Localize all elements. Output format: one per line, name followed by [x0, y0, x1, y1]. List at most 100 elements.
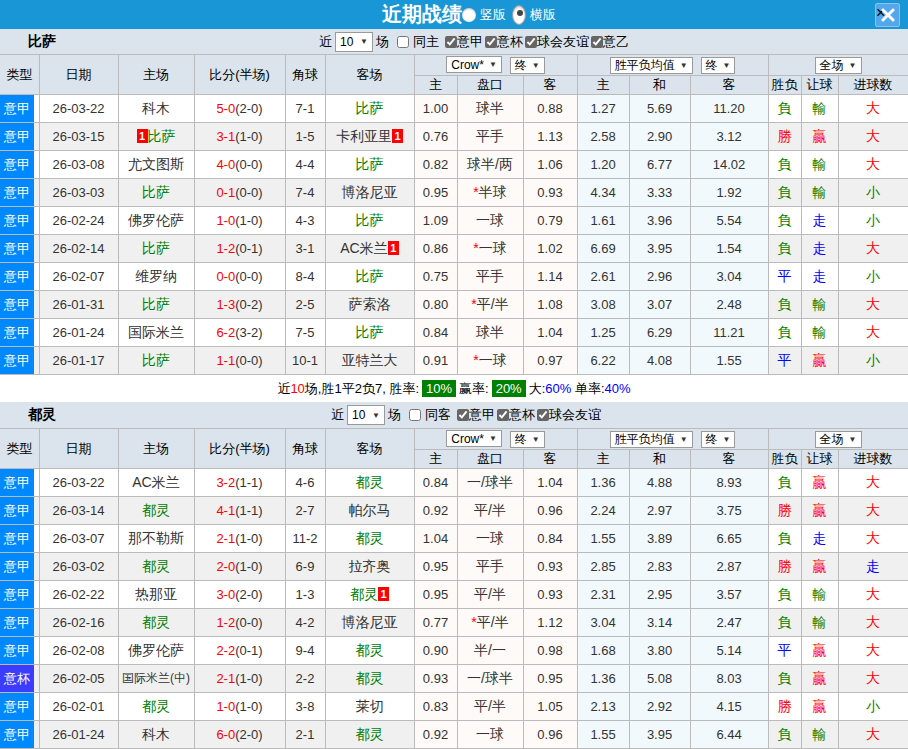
league-checkbox-3[interactable]	[591, 36, 603, 48]
corners-cell: 2-2	[285, 665, 325, 693]
handicap-result-cell: 輸	[801, 721, 838, 749]
home-team: 比萨	[118, 347, 194, 375]
group-select-0[interactable]: Crow*▼	[446, 56, 502, 73]
league-cell: 意甲	[0, 637, 39, 665]
home-team: 1比萨	[118, 123, 194, 151]
home-team: 佛罗伦萨	[118, 637, 194, 665]
group-select-0[interactable]: Crow*▼	[446, 430, 502, 447]
odds-home: 0.95	[414, 581, 457, 609]
group-select-2[interactable]: 全场▼	[815, 431, 862, 448]
home-team-name: 佛罗伦萨	[128, 212, 184, 228]
odds-away: 0.84	[523, 525, 577, 553]
handicap-result-cell: 輸	[801, 319, 838, 347]
avg-draw: 3.96	[629, 207, 690, 235]
same-venue-checkbox[interactable]	[409, 409, 421, 421]
odds-home: 0.83	[414, 693, 457, 721]
odds-away: 1.12	[523, 609, 577, 637]
match-count-select[interactable]: 10▼	[335, 32, 373, 52]
final-select-1[interactable]: 终▼	[701, 57, 736, 74]
match-date: 26-01-24	[39, 721, 118, 749]
handicap-result-cell: 贏	[801, 347, 838, 375]
final-select-0[interactable]: 终▼	[510, 431, 545, 448]
home-team-name: 科木	[142, 100, 170, 116]
half-score: (0-0)	[235, 615, 262, 630]
handicap-name: 平/半	[474, 502, 506, 518]
league-checkbox-1[interactable]	[485, 36, 497, 48]
league-checkbox-label: 意乙	[603, 33, 629, 51]
sub-header: 客	[690, 76, 768, 95]
final-select-1[interactable]: 终▼	[701, 431, 736, 448]
avg-home: 1.61	[577, 207, 629, 235]
home-team: 热那亚	[118, 581, 194, 609]
handicap-result-cell: 輸	[801, 291, 838, 319]
avg-home: 1.36	[577, 469, 629, 497]
home-team-name: 比萨	[142, 296, 170, 312]
away-team-name: 莱切	[356, 698, 384, 714]
away-team-name: 博洛尼亚	[342, 614, 398, 630]
corners-cell: 2-1	[285, 721, 325, 749]
group-select-2[interactable]: 全场▼	[815, 57, 862, 74]
goals-result-cell: 小	[838, 179, 908, 207]
match-date: 26-02-08	[39, 637, 118, 665]
full-score: 4-0	[216, 157, 235, 172]
handicap-name: 球半	[476, 100, 504, 116]
final-select-0[interactable]: 终▼	[510, 57, 545, 74]
same-venue-checkbox[interactable]	[397, 36, 409, 48]
league-cell: 意甲	[0, 319, 39, 347]
away-team: 都灵	[325, 637, 414, 665]
league-checkbox-0[interactable]	[445, 36, 457, 48]
away-team-name: 比萨	[356, 156, 384, 172]
away-team-name: 都灵	[356, 726, 384, 742]
odds-home: 0.82	[414, 151, 457, 179]
score-cell: 1-0(1-0)	[194, 207, 285, 235]
away-team-name: 博洛尼亚	[342, 184, 398, 200]
avg-home: 1.27	[577, 95, 629, 123]
goals-result-cell: 大	[838, 665, 908, 693]
avg-draw: 4.88	[629, 469, 690, 497]
full-score: 0-0	[216, 269, 235, 284]
handicap-result-cell: 贏	[801, 693, 838, 721]
league-checkbox-0[interactable]	[457, 409, 469, 421]
close-icon[interactable]: ×	[875, 3, 900, 27]
match-count-select-value: 10	[352, 408, 365, 422]
results-table-1: 类型日期主场比分(半场)角球客场Crow*▼终▼胜平负均值▼终▼全场▼主盘口客主…	[0, 428, 908, 749]
home-team: 那不勒斯	[118, 525, 194, 553]
match-date: 26-02-16	[39, 609, 118, 637]
score-cell: 2-1(1-0)	[194, 665, 285, 693]
odds-away: 1.04	[523, 469, 577, 497]
layout-radio-horizontal[interactable]	[512, 5, 526, 25]
league-checkbox-label: 球会友谊	[549, 406, 601, 424]
goals-result-cell: 大	[838, 497, 908, 525]
full-score: 1-3	[216, 297, 235, 312]
home-team: 都灵	[118, 553, 194, 581]
away-team-name: AC米兰	[340, 240, 387, 256]
corners-cell: 3-8	[285, 693, 325, 721]
league-checkbox-2[interactable]	[525, 36, 537, 48]
group-select-1[interactable]: 胜平负均值▼	[610, 431, 693, 448]
league-checkbox-1[interactable]	[497, 409, 509, 421]
handicap-result-cell: 輸	[801, 95, 838, 123]
outcome-cell: 負	[768, 179, 801, 207]
layout-radio-vertical[interactable]	[462, 8, 476, 22]
final-select-0-value: 终	[515, 57, 527, 74]
col-header-2: 主场	[118, 429, 194, 469]
group-select-2-value: 全场	[820, 57, 844, 74]
league-cell: 意甲	[0, 347, 39, 375]
section-title-0: 比萨近10▼场同主意甲意杯球会友谊意乙	[0, 29, 908, 54]
group-select-1[interactable]: 胜平负均值▼	[610, 57, 693, 74]
goals-result-cell: 大	[838, 721, 908, 749]
score-cell: 1-2(0-1)	[194, 235, 285, 263]
handicap-name: 半/一	[474, 642, 506, 658]
away-team: 卡利亚里1	[325, 123, 414, 151]
match-date: 26-02-07	[39, 263, 118, 291]
match-row: 意甲26-02-14比萨1-2(0-1)3-1AC米兰10.86*一球1.026…	[0, 235, 908, 263]
home-team-name: 那不勒斯	[128, 530, 184, 546]
handicap-name: 一球	[476, 212, 504, 228]
league-checkbox-2[interactable]	[537, 409, 549, 421]
avg-away: 1.55	[690, 347, 768, 375]
match-date: 26-03-15	[39, 123, 118, 151]
full-score: 5-0	[216, 101, 235, 116]
match-count-select[interactable]: 10▼	[347, 405, 385, 425]
match-date: 26-03-22	[39, 95, 118, 123]
handicap-result-cell: 走	[801, 207, 838, 235]
